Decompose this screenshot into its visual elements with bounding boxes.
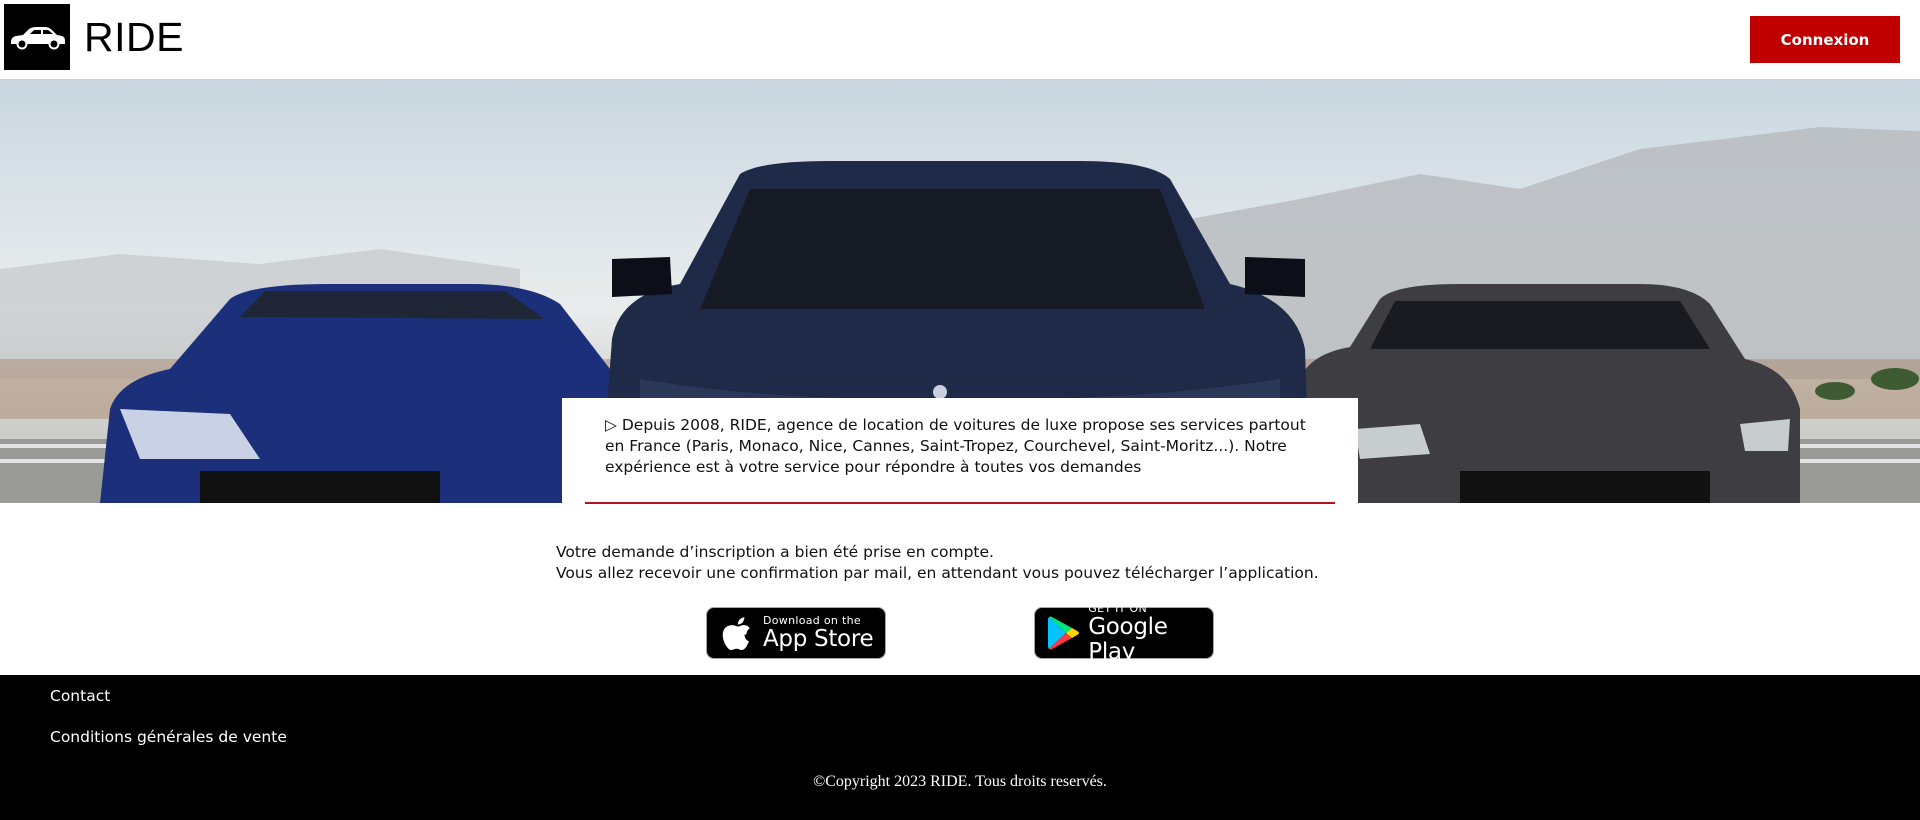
intro-text: ▷ Depuis 2008, RIDE, agence de location … bbox=[605, 415, 1315, 478]
google-play-button[interactable]: GET IT ON Google Play bbox=[1034, 602, 1214, 664]
intro-paragraph: Depuis 2008, RIDE, agence de location de… bbox=[605, 416, 1306, 476]
app-store-button[interactable]: Download on the App Store bbox=[706, 607, 886, 659]
footer-link-cgv[interactable]: Conditions générales de vente bbox=[50, 728, 287, 746]
intro-divider bbox=[585, 502, 1335, 504]
brand-name[interactable]: RIDE bbox=[84, 14, 184, 61]
google-play-label: Google Play bbox=[1088, 613, 1168, 665]
apple-icon bbox=[715, 611, 759, 655]
site-header: RIDE Connexion bbox=[0, 0, 1920, 79]
confirmation-line-1: Votre demande d’inscription a bien été p… bbox=[556, 543, 994, 561]
car-icon bbox=[11, 27, 65, 50]
footer-link-contact[interactable]: Contact bbox=[50, 687, 110, 705]
app-store-label: App Store bbox=[763, 626, 874, 652]
play-marker-icon: ▷ bbox=[605, 416, 617, 434]
login-button[interactable]: Connexion bbox=[1750, 16, 1900, 63]
confirmation-message: Votre demande d’inscription a bien été p… bbox=[556, 542, 1319, 584]
site-footer: Contact Conditions générales de vente ©C… bbox=[0, 675, 1920, 820]
confirmation-line-2: Vous allez recevoir une confirmation par… bbox=[556, 564, 1319, 582]
google-play-small-label: GET IT ON bbox=[1088, 601, 1147, 615]
logo[interactable] bbox=[4, 4, 70, 70]
google-play-icon bbox=[1043, 611, 1084, 655]
intro-card: ▷ Depuis 2008, RIDE, agence de location … bbox=[562, 398, 1358, 504]
copyright-text: ©Copyright 2023 RIDE. Tous droits reserv… bbox=[813, 773, 1107, 790]
